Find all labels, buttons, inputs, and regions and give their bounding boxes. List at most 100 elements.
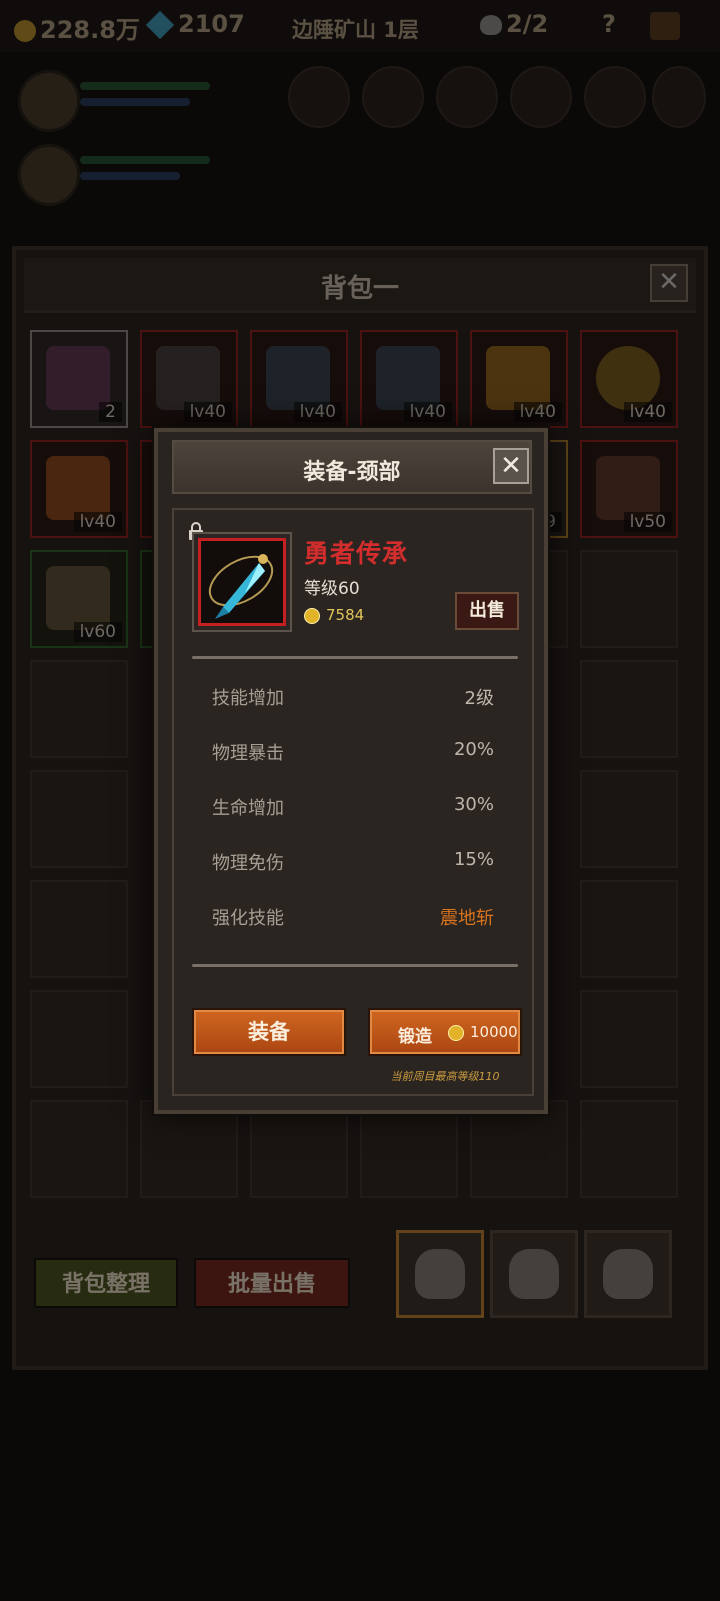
stat-row: 物理免伤 15% xyxy=(212,849,494,879)
inventory-slot[interactable] xyxy=(580,770,678,868)
item-portrait xyxy=(192,532,292,632)
stat-value: 20% xyxy=(453,739,494,760)
inventory-slot[interactable] xyxy=(250,1100,348,1198)
skill-slot[interactable] xyxy=(510,66,572,128)
inventory-slot[interactable] xyxy=(30,770,128,868)
skill-slot[interactable] xyxy=(362,66,424,128)
forge-button[interactable]: 锻造 10000 xyxy=(368,1008,522,1056)
bag-icon xyxy=(509,1249,559,1299)
stat-value: 30% xyxy=(453,794,494,815)
dialog-title: 装备-颈部 xyxy=(303,460,401,485)
inventory-slot[interactable] xyxy=(30,880,128,978)
stat-value: 2级 xyxy=(464,688,494,709)
inventory-slot[interactable]: lv40 xyxy=(250,330,348,428)
inventory-slot[interactable] xyxy=(580,660,678,758)
stat-label: 物理暴击 xyxy=(212,743,284,764)
skill-slot[interactable] xyxy=(652,66,706,128)
inventory-slot[interactable]: lv40 xyxy=(470,330,568,428)
bag-icon xyxy=(415,1249,465,1299)
item-price: 7584 xyxy=(304,606,364,624)
forge-cost: 10000 xyxy=(448,1023,518,1041)
bulk-sell-button[interactable]: 批量出售 xyxy=(194,1258,350,1308)
inventory-slot[interactable] xyxy=(470,1100,568,1198)
sword-icon xyxy=(376,346,440,410)
inventory-slot[interactable] xyxy=(140,1100,238,1198)
inventory-slot[interactable]: lv40 xyxy=(140,330,238,428)
inventory-slot[interactable] xyxy=(580,550,678,648)
item-icon xyxy=(46,346,110,410)
help-button[interactable]: ? xyxy=(602,10,616,38)
inventory-slot[interactable]: lv40 xyxy=(30,440,128,538)
crossbow-icon xyxy=(156,346,220,410)
item-image-frame xyxy=(198,538,286,626)
dialog-close-button[interactable]: ✕ xyxy=(493,448,529,484)
sword-icon xyxy=(266,346,330,410)
stat-value: 15% xyxy=(453,849,494,870)
inventory-slot[interactable] xyxy=(360,1100,458,1198)
gem-stat: 2107 xyxy=(145,10,245,40)
dialog-header: 装备-颈部 xyxy=(172,440,532,494)
inventory-slot[interactable] xyxy=(30,990,128,1088)
skill-slot[interactable] xyxy=(288,66,350,128)
skill-slot[interactable] xyxy=(436,66,498,128)
location-label: 边陲矿山 1层 xyxy=(292,18,419,42)
divider xyxy=(192,656,518,659)
inventory-slot[interactable]: lv50 xyxy=(580,440,678,538)
coin-icon xyxy=(14,20,36,42)
sell-button[interactable]: 出售 xyxy=(455,592,519,630)
stat-label: 强化技能 xyxy=(212,908,284,929)
chest-icon[interactable] xyxy=(650,12,680,40)
trident-icon xyxy=(596,456,660,520)
inventory-slot[interactable] xyxy=(30,660,128,758)
forge-note: 当前周目最高等级110 xyxy=(390,1070,500,1083)
hero-avatar[interactable] xyxy=(18,144,80,206)
hero-hp-bar xyxy=(80,82,210,90)
inventory-slot[interactable]: lv40 xyxy=(580,330,678,428)
inventory-slot[interactable] xyxy=(580,880,678,978)
gem-icon xyxy=(145,10,175,40)
bag-tab-1[interactable] xyxy=(396,1230,484,1318)
stat-label: 技能增加 xyxy=(212,688,284,709)
inventory-slot[interactable]: 2 xyxy=(30,330,128,428)
hero-mp-bar xyxy=(80,98,190,106)
bag-tab-3[interactable] xyxy=(584,1230,672,1318)
stat-label: 物理免伤 xyxy=(212,853,284,874)
hero-mp-bar xyxy=(80,172,180,180)
bag-icon xyxy=(603,1249,653,1299)
divider xyxy=(192,964,518,967)
equipment-dialog: 装备-颈部 ✕ 勇者传承 等级60 7584 出售 技能增加 2级 物理暴击 2… xyxy=(154,428,548,1114)
item-name: 勇者传承 xyxy=(304,539,409,568)
stat-row: 物理暴击 20% xyxy=(212,739,494,769)
hero-avatar[interactable] xyxy=(18,70,80,132)
backpack-close-button[interactable]: ✕ xyxy=(650,264,688,302)
hero-strip xyxy=(0,52,720,242)
skull-stat: 2/2 xyxy=(480,10,548,38)
gold-stat: 228.8万 xyxy=(14,10,140,45)
pendant-icon xyxy=(208,554,274,619)
cape-icon xyxy=(46,456,110,520)
enhanced-skill-value: 震地斩 xyxy=(440,908,494,929)
stat-row: 生命增加 30% xyxy=(212,794,494,824)
top-status-bar: 228.8万 2107 边陲矿山 1层 2/2 ? xyxy=(0,0,720,52)
fruit-icon xyxy=(486,346,550,410)
inventory-slot[interactable] xyxy=(30,1100,128,1198)
inventory-slot[interactable] xyxy=(580,990,678,1088)
bow-icon xyxy=(46,566,110,630)
bag-tab-2[interactable] xyxy=(490,1230,578,1318)
ring-icon xyxy=(596,346,660,410)
organize-bag-button[interactable]: 背包整理 xyxy=(34,1258,178,1308)
skull-icon xyxy=(480,15,502,35)
inventory-slot[interactable]: lv40 xyxy=(360,330,458,428)
item-level: 等级60 xyxy=(304,579,360,599)
backpack-title: 背包一 xyxy=(320,274,399,304)
equip-button[interactable]: 装备 xyxy=(192,1008,346,1056)
hero-hp-bar xyxy=(80,156,210,164)
stat-row: 强化技能 震地斩 xyxy=(212,904,494,934)
inventory-slot[interactable]: lv60 xyxy=(30,550,128,648)
forge-label: 锻造 xyxy=(398,1027,432,1047)
inventory-slot[interactable] xyxy=(580,1100,678,1198)
stat-label: 生命增加 xyxy=(212,798,284,819)
coin-icon xyxy=(304,607,320,624)
coin-icon xyxy=(448,1024,464,1041)
skill-slot[interactable] xyxy=(584,66,646,128)
